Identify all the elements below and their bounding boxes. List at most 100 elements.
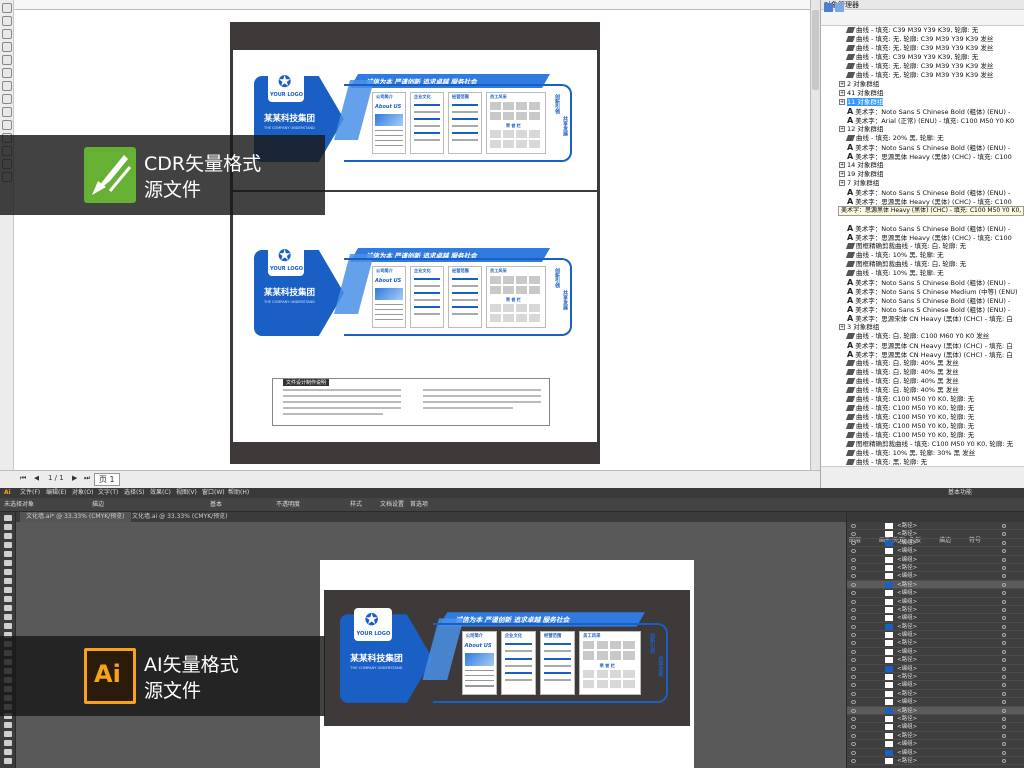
object-tree-row[interactable]: A美术字：Noto Sans S Chinese Bold (粗体) (ENU)…: [821, 224, 1024, 233]
page-first-icon[interactable]: ⏮: [20, 474, 26, 483]
control-bar-item[interactable]: 首选项: [410, 498, 428, 512]
object-tree-row[interactable]: +3 对象群组: [821, 323, 1024, 332]
object-tree-row[interactable]: A美术字：Noto Sans S Chinese Bold (粗体) (ENU)…: [821, 305, 1024, 314]
visibility-eye-icon[interactable]: [851, 758, 856, 763]
object-tree-row[interactable]: +11 对象群组: [821, 98, 1024, 107]
target-circle-icon[interactable]: [1002, 733, 1006, 738]
culture-wall-design-ai[interactable]: ✪ YOUR LOGO 某某科技集团 THE COMPANY UNDERSTAND 诚信…: [340, 604, 680, 708]
target-circle-icon[interactable]: [1002, 666, 1006, 671]
visibility-eye-icon[interactable]: [851, 633, 856, 638]
visibility-eye-icon[interactable]: [851, 524, 856, 528]
menu-item[interactable]: 对象(O): [72, 488, 93, 498]
layer-row[interactable]: <路径>: [847, 715, 1024, 724]
object-tree-row[interactable]: 图框精确剪裁曲线 - 填充: 白, 轮廓: 无: [821, 260, 1024, 269]
menu-item[interactable]: 视图(V): [176, 488, 197, 498]
target-circle-icon[interactable]: [1002, 557, 1006, 562]
layers-icon[interactable]: [835, 3, 844, 12]
tool-icon[interactable]: [2, 55, 12, 65]
visibility-eye-icon[interactable]: [851, 574, 856, 579]
object-tree-row[interactable]: A美术字：Noto Sans S Chinese Bold (粗体) (ENU)…: [821, 278, 1024, 287]
tool-icon[interactable]: [2, 3, 12, 13]
layer-row[interactable]: <路径>: [847, 623, 1024, 632]
visibility-eye-icon[interactable]: [851, 691, 856, 696]
layer-row[interactable]: <路径>: [847, 732, 1024, 741]
control-bar-item[interactable]: 不透明度: [276, 498, 300, 512]
object-tree-row[interactable]: 曲线 - 填充: 无, 轮廓: C39 M39 Y39 K39 发丝: [821, 44, 1024, 53]
object-tree-row[interactable]: 曲线 - 填充: 白, 轮廓: C100 M60 Y0 K0 发丝: [821, 332, 1024, 341]
layer-row[interactable]: <编组>: [847, 631, 1024, 640]
object-tree-row[interactable]: 图框精确剪裁曲线 - 填充: 白, 轮廓: 无: [821, 242, 1024, 251]
ai-tool-icon[interactable]: [4, 722, 12, 728]
target-circle-icon[interactable]: [1002, 750, 1006, 755]
layer-row[interactable]: <路径>: [847, 656, 1024, 665]
object-tree-row[interactable]: A 美术字：思源黑体 Heavy (黑体) (CHC) - 填充: C100: [821, 152, 1024, 161]
doc-tab-active[interactable]: 文化墙.ai* @ 33.33% (CMYK/预览): [20, 512, 131, 522]
object-tree-row[interactable]: A 美术字：思源黑体 Heavy (黑体) (CHC) - 填充: C100: [821, 233, 1024, 242]
control-bar-item[interactable]: 样式: [350, 498, 362, 512]
object-tree-row[interactable]: [821, 215, 1024, 224]
ai-tool-icon[interactable]: [4, 623, 12, 629]
target-circle-icon[interactable]: [1002, 599, 1006, 604]
object-tree-row[interactable]: A美术字：Noto Sans S Chinese Bold (粗体) (ENU)…: [821, 296, 1024, 305]
target-circle-icon[interactable]: [1002, 616, 1006, 621]
layer-row[interactable]: <编组>: [847, 556, 1024, 564]
visibility-eye-icon[interactable]: [851, 557, 856, 562]
target-circle-icon[interactable]: [1002, 574, 1006, 579]
object-tree-row[interactable]: 曲线 - 填充: 黑, 轮廓: 无: [821, 458, 1024, 466]
visibility-eye-icon[interactable]: [851, 549, 856, 554]
ai-tool-icon[interactable]: [4, 560, 12, 566]
visibility-eye-icon[interactable]: [851, 750, 856, 755]
object-tree-row[interactable]: +14 对象群组: [821, 161, 1024, 170]
object-tree-row[interactable]: 曲线 - 填充: C100 M50 Y0 K0, 轮廓: 无: [821, 404, 1024, 413]
tool-icon[interactable]: [2, 42, 12, 52]
layer-row[interactable]: <编组>: [847, 547, 1024, 556]
ai-tool-icon[interactable]: [4, 524, 12, 530]
ai-tool-icon[interactable]: [4, 542, 12, 548]
visibility-eye-icon[interactable]: [851, 532, 856, 537]
page-prev-icon[interactable]: ◀: [34, 474, 39, 482]
menu-item[interactable]: 帮助(H): [228, 488, 249, 498]
ai-tool-icon[interactable]: [4, 578, 12, 584]
layer-row[interactable]: <编组>: [847, 614, 1024, 623]
ai-tool-icon[interactable]: [4, 731, 12, 737]
object-tree-row[interactable]: +19 对象群组: [821, 170, 1024, 179]
target-circle-icon[interactable]: [1002, 700, 1006, 705]
layer-row[interactable]: <编组>: [847, 698, 1024, 707]
target-circle-icon[interactable]: [1002, 675, 1006, 680]
layer-row[interactable]: <路径>: [847, 673, 1024, 682]
page-next-icon[interactable]: ▶: [72, 474, 77, 482]
layer-row[interactable]: <编组>: [847, 648, 1024, 657]
doc-tab[interactable]: 文化墙.ai @ 33.33% (CMYK/预览): [126, 512, 234, 522]
object-tree-row[interactable]: A美术字：Noto Sans S Chinese Bold (粗体) (ENU)…: [821, 143, 1024, 152]
visibility-eye-icon[interactable]: [851, 716, 856, 721]
menu-item[interactable]: 文件(F): [20, 488, 40, 498]
menu-item[interactable]: 文字(T): [98, 488, 118, 498]
layer-row[interactable]: <编组>: [847, 681, 1024, 690]
object-tree-row[interactable]: 曲线 - 填充: 无, 轮廓: C39 M39 Y39 K39 发丝: [821, 62, 1024, 71]
target-circle-icon[interactable]: [1002, 742, 1006, 747]
ai-tool-icon[interactable]: [4, 758, 12, 764]
culture-wall-design-cdr-bottom[interactable]: ✪ YOUR LOGO 某某科技集团 THE COMPANY UNDERSTAND 诚信…: [254, 240, 584, 344]
workspace-switcher[interactable]: 基本功能: [948, 488, 972, 498]
scroll-thumb[interactable]: [812, 10, 819, 90]
object-tree-row[interactable]: A 美术字：思源黑体 CN Heavy (黑体) (CHC) - 填充: 白: [821, 341, 1024, 350]
layer-row[interactable]: <路径>: [847, 522, 1024, 531]
tool-icon[interactable]: [2, 68, 12, 78]
object-tree-row[interactable]: A美术字：Noto Sans S Chinese Bold (粗体) (ENU)…: [821, 188, 1024, 197]
visibility-eye-icon[interactable]: [851, 624, 856, 629]
tool-icon[interactable]: [2, 16, 12, 26]
object-tree-row[interactable]: 曲线 - 填充: 10% 黑, 轮廓: 30% 黑 发丝: [821, 449, 1024, 458]
control-bar-item[interactable]: 文档设置: [380, 498, 404, 512]
layer-row[interactable]: <编组>: [847, 589, 1024, 598]
layer-row[interactable]: <路径>: [847, 606, 1024, 615]
object-tree-row[interactable]: A 美术字：思源宋体 CN Heavy (黑体) (CHC) - 填充: 白: [821, 314, 1024, 323]
visibility-eye-icon[interactable]: [851, 591, 856, 596]
target-circle-icon[interactable]: [1002, 658, 1006, 663]
visibility-eye-icon[interactable]: [851, 675, 856, 680]
target-circle-icon[interactable]: [1002, 683, 1006, 688]
target-circle-icon[interactable]: [1002, 725, 1006, 730]
target-circle-icon[interactable]: [1002, 649, 1006, 654]
menu-item[interactable]: 选择(S): [124, 488, 145, 498]
target-circle-icon[interactable]: [1002, 591, 1006, 596]
visibility-eye-icon[interactable]: [851, 666, 856, 671]
